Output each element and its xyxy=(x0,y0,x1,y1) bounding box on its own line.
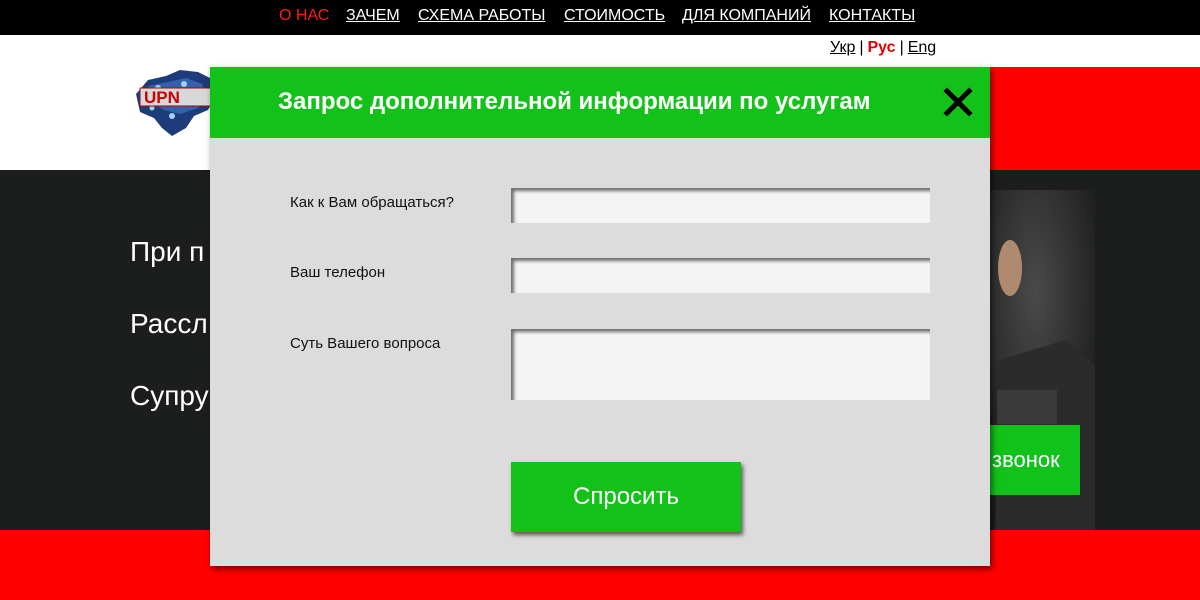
logo-text: UPN xyxy=(144,88,180,107)
modal-title: Запрос дополнительной информации по услу… xyxy=(278,88,871,115)
lang-separator: | xyxy=(899,39,904,56)
lang-separator: | xyxy=(859,39,864,56)
nav-item-why[interactable]: ЗАЧЕМ xyxy=(346,7,400,25)
lang-eng-link[interactable]: Eng xyxy=(908,39,936,56)
header-red-band xyxy=(990,67,1200,170)
hero-line-1: При п xyxy=(130,236,205,267)
site-logo[interactable]: UPN xyxy=(128,66,219,138)
close-icon[interactable] xyxy=(943,87,973,117)
question-textarea[interactable] xyxy=(511,329,930,400)
info-request-modal: Запрос дополнительной информации по услу… xyxy=(210,67,990,566)
name-field-label: Как к Вам обращаться? xyxy=(290,194,454,211)
lang-ukr-link[interactable]: Укр xyxy=(830,39,855,56)
modal-header: Запрос дополнительной информации по услу… xyxy=(210,67,990,138)
nav-item-workflow[interactable]: СХЕМА РАБОТЫ xyxy=(418,7,545,25)
submit-button[interactable]: Спросить xyxy=(511,462,741,532)
phone-field-label: Ваш телефон xyxy=(290,264,386,281)
ukraine-map-logo-icon: UPN xyxy=(136,70,219,136)
language-switcher: Укр | Рус | Eng xyxy=(830,39,936,57)
top-nav: О НАС ЗАЧЕМ СХЕМА РАБОТЫ СТОИМОСТЬ ДЛЯ К… xyxy=(0,0,1200,35)
hero-line-2: Рассл xyxy=(130,308,208,339)
callback-button[interactable]: звонок xyxy=(990,425,1080,495)
nav-item-about[interactable]: О НАС xyxy=(279,7,329,25)
nav-item-companies[interactable]: ДЛЯ КОМПАНИЙ xyxy=(682,7,811,25)
phone-field[interactable] xyxy=(511,258,930,293)
lang-rus-link[interactable]: Рус xyxy=(868,39,896,56)
hero-line-3: Супру xyxy=(130,380,209,411)
name-field[interactable] xyxy=(511,188,930,223)
nav-item-pricing[interactable]: СТОИМОСТЬ xyxy=(564,7,665,25)
nav-item-contacts[interactable]: КОНТАКТЫ xyxy=(829,7,915,25)
question-field-label: Суть Вашего вопроса xyxy=(290,335,441,352)
